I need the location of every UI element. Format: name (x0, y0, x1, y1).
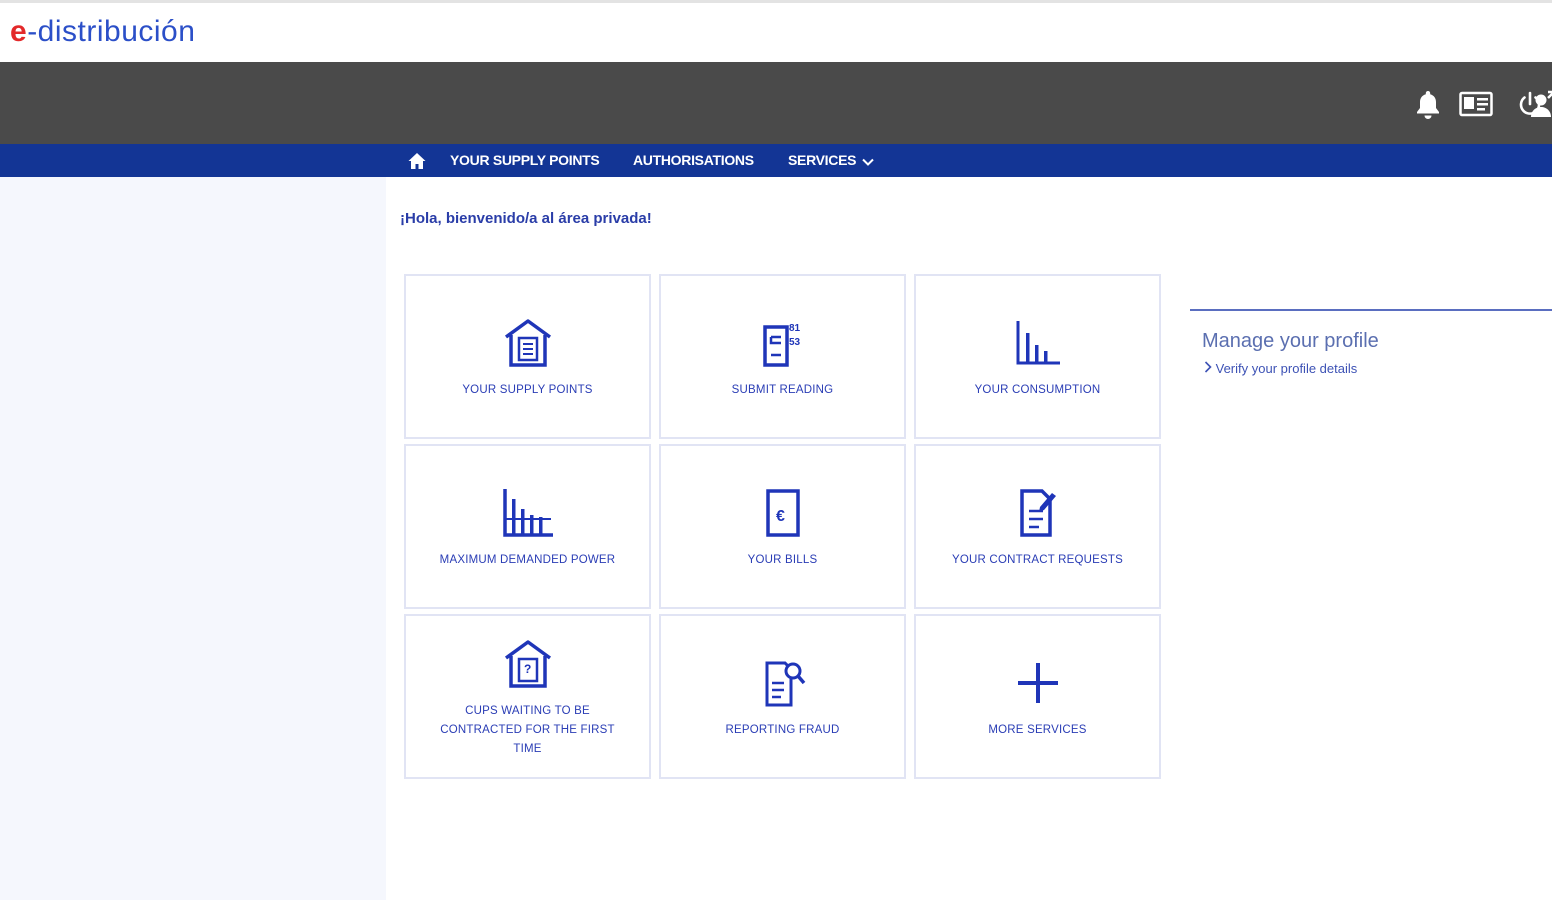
tile-your-bills[interactable]: € YOUR BILLS (659, 444, 906, 609)
tile-your-supply-points[interactable]: YOUR SUPPLY POINTS (404, 274, 651, 439)
bell-icon[interactable] (1410, 86, 1446, 122)
tile-reporting-fraud[interactable]: REPORTING FRAUD (659, 614, 906, 779)
svg-text:53: 53 (789, 337, 801, 348)
logo-text: -distribución (27, 15, 196, 48)
tile-label: REPORTING FRAUD (725, 724, 840, 736)
tile-more-services[interactable]: MORE SERVICES (914, 614, 1161, 779)
tile-your-contract-requests[interactable]: YOUR CONTRACT REQUESTS (914, 444, 1161, 609)
tile-label: YOUR CONSUMPTION (974, 384, 1101, 396)
logo-e: e (10, 15, 28, 48)
profile-divider (1190, 309, 1552, 311)
nav-authorisations[interactable]: AUTHORISATIONS (633, 152, 754, 168)
tile-submit-reading[interactable]: 81 53 SUBMIT READING (659, 274, 906, 439)
contract-edit-icon (1008, 483, 1068, 543)
welcome-message: ¡Hola, bienvenido/a al área privada! (400, 210, 652, 227)
main-nav: YOUR SUPPLY POINTS AUTHORISATIONS SERVIC… (0, 144, 1552, 177)
nav-services[interactable]: SERVICES (788, 152, 874, 169)
tile-label: CUPS WAITING TO BE CONTRACTED FOR THE FI… (440, 705, 615, 755)
verify-profile-link[interactable]: Verify your profile details (1204, 361, 1357, 376)
plus-icon (1008, 653, 1068, 713)
chevron-right-icon (1204, 361, 1212, 376)
nav-your-supply-points[interactable]: YOUR SUPPLY POINTS (450, 152, 600, 168)
tile-label: MAXIMUM DEMANDED POWER (439, 554, 616, 566)
house-document-icon (498, 313, 558, 373)
meter-reading-icon: 81 53 (753, 313, 813, 373)
svg-text:?: ? (524, 662, 531, 676)
tile-label: MORE SERVICES (988, 724, 1087, 736)
tile-label: YOUR CONTRACT REQUESTS (952, 554, 1123, 566)
house-question-icon: ? (498, 634, 558, 694)
euro-bill-icon: € (753, 483, 813, 543)
logo[interactable]: e-distribución (10, 15, 195, 49)
document-search-icon (753, 653, 813, 713)
nav-services-label: SERVICES (788, 152, 857, 168)
verify-profile-link-label: Verify your profile details (1215, 361, 1358, 376)
left-panel (0, 177, 386, 900)
logo-bar: e-distribución (0, 3, 1552, 62)
tile-label: SUBMIT READING (731, 384, 834, 396)
svg-text:81: 81 (789, 323, 801, 334)
tile-maximum-demanded-power[interactable]: MAXIMUM DEMANDED POWER (404, 444, 651, 609)
id-card-icon[interactable] (1458, 86, 1494, 122)
home-icon[interactable] (406, 150, 428, 172)
tile-label: YOUR BILLS (747, 554, 818, 566)
tile-cups-waiting[interactable]: ? CUPS WAITING TO BE CONTRACTED FOR THE … (404, 614, 651, 779)
svg-text:€: € (776, 508, 785, 525)
manage-profile-title[interactable]: Manage your profile (1202, 330, 1379, 353)
header-bar (0, 62, 1552, 144)
power-chart-icon (498, 483, 558, 543)
bar-chart-icon (1008, 313, 1068, 373)
power-icon[interactable] (1512, 86, 1548, 122)
tile-label: YOUR SUPPLY POINTS (462, 384, 593, 396)
tile-your-consumption[interactable]: YOUR CONSUMPTION (914, 274, 1161, 439)
chevron-down-icon (862, 153, 874, 169)
